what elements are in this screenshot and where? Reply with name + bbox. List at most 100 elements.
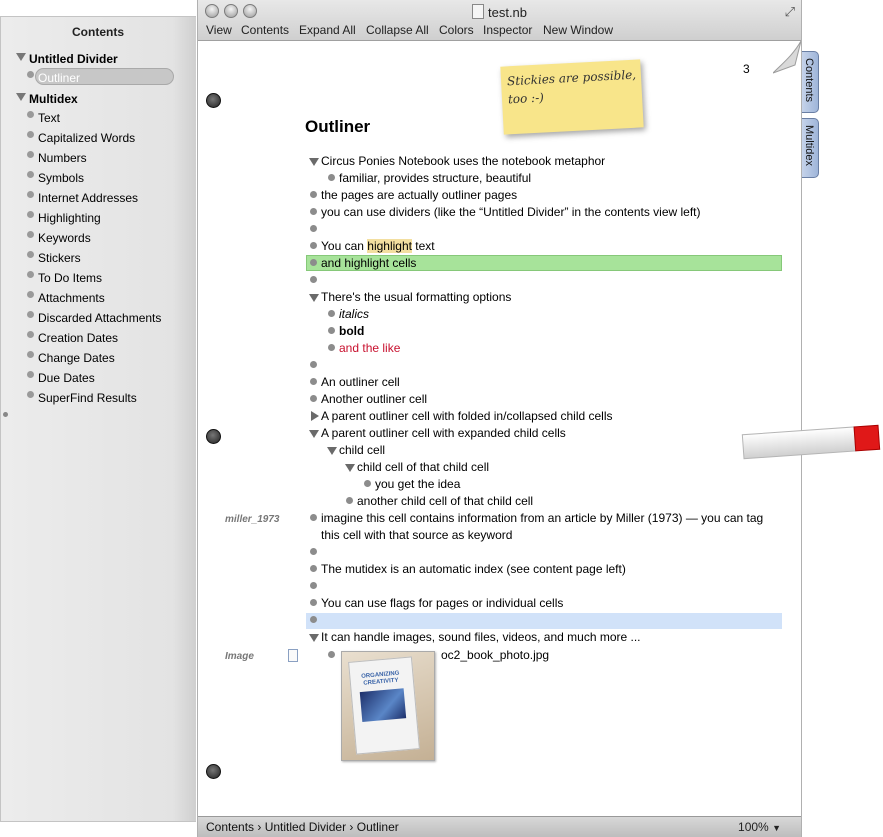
menu-inspector[interactable]: Inspector — [483, 23, 532, 37]
page-bullet-icon — [27, 231, 34, 238]
breadcrumb-divider[interactable]: Untitled Divider — [265, 820, 346, 834]
cell-bullet-icon — [310, 395, 317, 402]
multidex-change-dates[interactable]: Change Dates — [38, 351, 115, 365]
divider-untitled[interactable]: Untitled Divider — [29, 52, 118, 66]
outline-cell[interactable]: you get the idea — [375, 477, 460, 492]
outline-cell[interactable]: child cell of that child cell — [357, 460, 489, 475]
cell-bullet-icon — [310, 599, 317, 606]
attachment-image[interactable]: ORGANIZING CREATIVITY — [341, 651, 435, 761]
menu-colors[interactable]: Colors — [439, 23, 474, 37]
breadcrumb-contents[interactable]: Contents — [206, 820, 254, 834]
cell-bullet-icon — [328, 327, 335, 334]
cell-bullet-icon — [310, 242, 317, 249]
page-curl-icon[interactable] — [773, 41, 801, 75]
zoom-menu[interactable]: 100% ▼ — [738, 820, 781, 834]
menu-collapse-all[interactable]: Collapse All — [366, 23, 429, 37]
cell-bullet-icon — [346, 497, 353, 504]
multidex-numbers[interactable]: Numbers — [38, 151, 87, 165]
empty-cell-bullet-icon[interactable] — [310, 548, 317, 555]
multidex-due-dates[interactable]: Due Dates — [38, 371, 95, 385]
expand-triangle-icon[interactable] — [345, 464, 355, 472]
multidex-internet-addresses[interactable]: Internet Addresses — [38, 191, 138, 205]
outline-cell[interactable]: Circus Ponies Notebook uses the notebook… — [321, 154, 605, 169]
multidex-capitalized-words[interactable]: Capitalized Words — [38, 131, 135, 145]
multidex-stickers[interactable]: Stickers — [38, 251, 81, 265]
multidex-discarded-attachments[interactable]: Discarded Attachments — [38, 311, 161, 325]
page-bullet-icon — [27, 391, 34, 398]
expand-triangle-icon[interactable] — [309, 634, 319, 642]
divider-multidex[interactable]: Multidex — [29, 92, 78, 106]
outline-cell[interactable]: imagine this cell contains information f… — [321, 511, 763, 526]
sticky-note[interactable]: Stickies are possible, too :-) — [500, 59, 644, 135]
breadcrumb-page[interactable]: Outliner — [357, 820, 399, 834]
disclosure-triangle-icon[interactable] — [16, 93, 26, 101]
multidex-keywords[interactable]: Keywords — [38, 231, 91, 245]
outline-cell-italic[interactable]: italics — [339, 307, 369, 322]
page-bullet-icon — [27, 131, 34, 138]
outline-cell-continuation[interactable]: this cell with that source as keyword — [321, 528, 512, 543]
outline-cell-highlight-text[interactable]: You can highlight text — [321, 239, 435, 254]
flagged-cell-background — [306, 613, 782, 629]
multidex-highlighting[interactable]: Highlighting — [38, 211, 101, 225]
multidex-attachments[interactable]: Attachments — [38, 291, 105, 305]
outline-cell[interactable]: another child cell of that child cell — [357, 494, 533, 509]
multidex-superfind-results[interactable]: SuperFind Results — [38, 391, 137, 405]
outline-cell-bold[interactable]: bold — [339, 324, 364, 339]
menu-contents[interactable]: Contents — [241, 23, 289, 37]
empty-cell-bullet-icon[interactable] — [310, 582, 317, 589]
empty-cell-bullet-icon[interactable] — [310, 616, 317, 623]
cell-keyword[interactable]: Image — [225, 651, 254, 662]
outline-cell[interactable]: A parent outliner cell with folded in/co… — [321, 409, 613, 424]
multidex-symbols[interactable]: Symbols — [38, 171, 84, 185]
attachment-icon[interactable] — [288, 649, 298, 662]
tab-multidex[interactable]: Multidex — [802, 118, 819, 178]
tab-contents[interactable]: Contents — [802, 51, 819, 113]
collapsed-triangle-icon[interactable] — [311, 411, 319, 421]
cell-bullet-icon — [328, 651, 335, 658]
outline-cell[interactable]: An outliner cell — [321, 375, 400, 390]
window-title-text: test.nb — [487, 5, 528, 20]
empty-cell-bullet-icon[interactable] — [310, 361, 317, 368]
outline-cell[interactable]: familiar, provides structure, beautiful — [339, 171, 531, 186]
cell-bullet-icon — [328, 344, 335, 351]
outline-cell-red[interactable]: and the like — [339, 341, 400, 356]
outline-cell-highlighted[interactable]: and highlight cells — [321, 256, 416, 271]
expand-triangle-icon[interactable] — [309, 158, 319, 166]
page-outliner[interactable]: Outliner — [38, 71, 80, 85]
attachment-filename[interactable]: oc2_book_photo.jpg — [441, 648, 549, 663]
cell-bullet-icon — [328, 174, 335, 181]
cell-bullet-icon — [328, 310, 335, 317]
page-bullet-icon — [27, 151, 34, 158]
outline-cell[interactable]: It can handle images, sound files, video… — [321, 630, 641, 645]
multidex-creation-dates[interactable]: Creation Dates — [38, 331, 118, 345]
outline-cell[interactable]: The mutidex is an automatic index (see c… — [321, 562, 626, 577]
expand-triangle-icon[interactable] — [309, 430, 319, 438]
page-bullet-icon — [27, 271, 34, 278]
fullscreen-icon[interactable]: ⤢ — [785, 4, 795, 20]
page-bullet-icon — [27, 211, 34, 218]
menu-expand-all[interactable]: Expand All — [299, 23, 356, 37]
outline-cell[interactable]: A parent outliner cell with expanded chi… — [321, 426, 566, 441]
empty-cell-bullet-icon[interactable] — [310, 276, 317, 283]
drawer-resize-handle[interactable] — [3, 412, 8, 417]
disclosure-triangle-icon[interactable] — [16, 53, 26, 61]
outline-cell[interactable]: There's the usual formatting options — [321, 290, 511, 305]
multidex-to-do-items[interactable]: To Do Items — [38, 271, 102, 285]
page-bullet-icon — [27, 71, 34, 78]
cell-keyword[interactable]: miller_1973 — [225, 514, 280, 525]
window-title: test.nb — [198, 4, 801, 20]
menu-view[interactable]: View — [206, 23, 232, 37]
outline-cell[interactable]: Another outliner cell — [321, 392, 427, 407]
outline-cell[interactable]: child cell — [339, 443, 385, 458]
multidex-text[interactable]: Text — [38, 111, 60, 125]
outline-cell[interactable]: the pages are actually outliner pages — [321, 188, 517, 203]
expand-triangle-icon[interactable] — [327, 447, 337, 455]
menu-new-window[interactable]: New Window — [543, 23, 613, 37]
expand-triangle-icon[interactable] — [309, 294, 319, 302]
outline-cell[interactable]: You can use flags for pages or individua… — [321, 596, 563, 611]
empty-cell-bullet-icon[interactable] — [310, 225, 317, 232]
drawer-title: Contents — [72, 25, 124, 39]
page-title[interactable]: Outliner — [305, 117, 370, 137]
chevron-down-icon: ▼ — [772, 823, 781, 833]
outline-cell[interactable]: you can use dividers (like the “Untitled… — [321, 205, 701, 220]
